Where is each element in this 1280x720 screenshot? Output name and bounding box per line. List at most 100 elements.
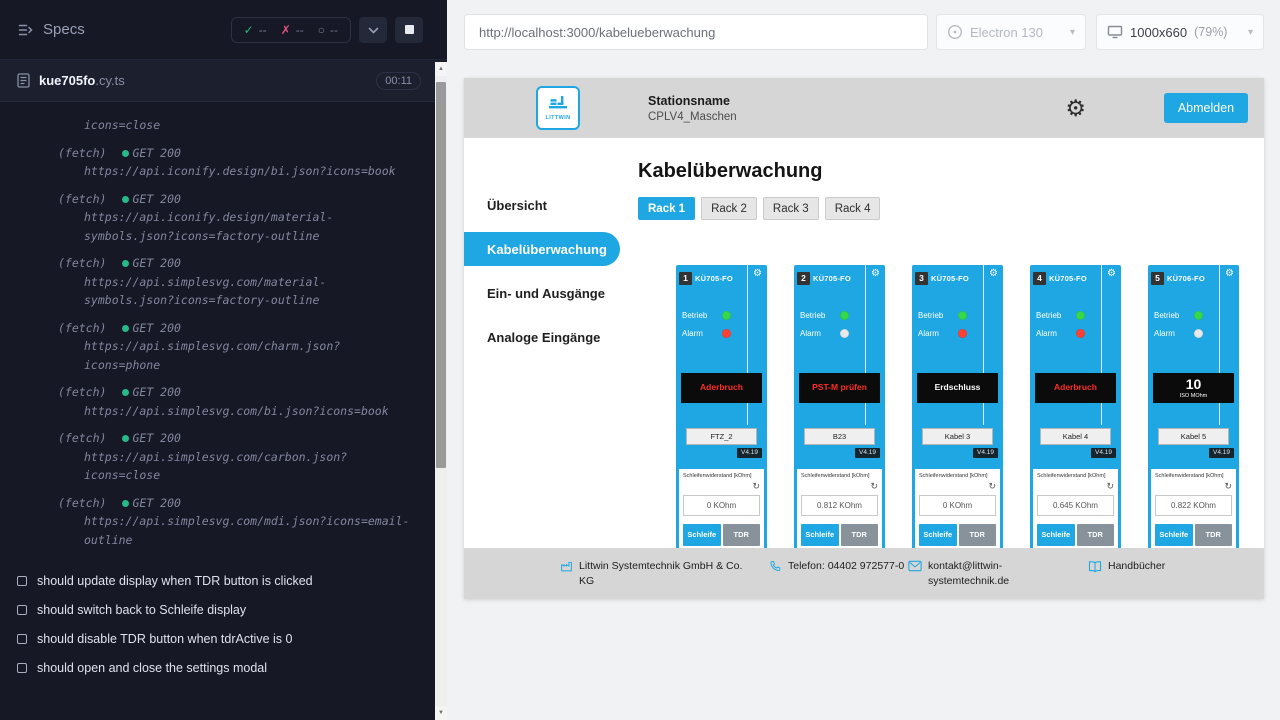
schleife-button[interactable]: Schleife	[919, 524, 957, 546]
status-dot	[122, 500, 129, 507]
card-number: 4	[1033, 272, 1046, 285]
status-dot	[122, 389, 129, 396]
toggle-details-button[interactable]	[359, 17, 387, 43]
spec-file-icon	[17, 73, 30, 88]
test-item[interactable]: should open and close the settings modal	[0, 661, 447, 675]
led-label: Alarm	[800, 329, 840, 338]
nav-item-ein-und-ausgaenge[interactable]: Ein- und Ausgänge	[464, 276, 620, 310]
device-card: ⚙4KÜ705-FOBetriebAlarmAderbruchKabel 4V4…	[1030, 265, 1121, 565]
test-item[interactable]: should disable TDR button when tdrActive…	[0, 632, 447, 646]
card-version: V4.19	[737, 448, 762, 458]
specs-label[interactable]: Specs	[43, 21, 85, 38]
scroll-up-arrow[interactable]: ▲	[435, 62, 447, 76]
specs-menu-icon[interactable]	[17, 22, 33, 38]
measurement-label: Schleifenwiderstand [kOhm]	[1155, 473, 1232, 480]
card-version: V4.19	[973, 448, 998, 458]
scrollbar-thumb[interactable]	[436, 82, 446, 468]
failed-count: --	[296, 23, 304, 37]
nav-item-uebersicht[interactable]: Übersicht	[464, 188, 620, 222]
tab-rack-1[interactable]: Rack 1	[638, 197, 695, 220]
spec-row[interactable]: kue705fo.cy.ts 00:11	[0, 60, 447, 102]
card-model: KÜ706-FO	[1167, 274, 1205, 283]
schleife-button[interactable]: Schleife	[801, 524, 839, 546]
display-message: PST-M prüfen	[810, 383, 869, 392]
nav-item-analoge-eingaenge[interactable]: Analoge Eingänge	[464, 320, 620, 354]
station-value: CPLV4_Maschen	[648, 111, 737, 123]
led-alarm	[958, 329, 967, 338]
refresh-icon[interactable]: ↻	[1224, 482, 1232, 492]
test-state-icon	[17, 576, 27, 586]
card-version: V4.19	[855, 448, 880, 458]
command-log-entry[interactable]: (fetch)GET 200https://api.iconify.design…	[0, 190, 447, 246]
scroll-down-arrow[interactable]: ▼	[435, 706, 447, 720]
stop-run-button[interactable]	[395, 17, 423, 43]
command-log-entry[interactable]: (fetch)GET 200https://api.simplesvg.com/…	[0, 254, 447, 310]
led-label: Betrieb	[682, 311, 722, 320]
test-item[interactable]: should update display when TDR button is…	[0, 574, 447, 588]
card-name-field[interactable]: Kabel 5	[1158, 428, 1229, 445]
footer-item-phone[interactable]: Telefon: 04402 972577-0	[769, 559, 906, 599]
footer-item-factory[interactable]: Littwin Systemtechnik GmbH & Co. KG	[560, 559, 749, 599]
display-message: Aderbruch	[698, 383, 745, 392]
card-name-field[interactable]: B23	[804, 428, 875, 445]
tdr-button[interactable]: TDR	[959, 524, 997, 546]
tab-rack-2[interactable]: Rack 2	[701, 197, 757, 220]
tdr-button[interactable]: TDR	[723, 524, 761, 546]
device-cards: ⚙1KÜ705-FOBetriebAlarmAderbruchFTZ_2V4.1…	[676, 265, 1264, 565]
schleife-button[interactable]: Schleife	[1037, 524, 1075, 546]
led-betrieb	[722, 311, 731, 320]
tdr-button[interactable]: TDR	[1195, 524, 1233, 546]
status-dot	[122, 435, 129, 442]
command-log-entry[interactable]: (fetch)GET 200https://api.simplesvg.com/…	[0, 319, 447, 375]
test-item[interactable]: should switch back to Schleife display	[0, 603, 447, 617]
schleife-button[interactable]: Schleife	[683, 524, 721, 546]
stat-pending: ○--	[318, 23, 338, 37]
test-list: should update display when TDR button is…	[0, 562, 447, 675]
refresh-icon[interactable]: ↻	[1106, 482, 1114, 492]
tab-rack-3[interactable]: Rack 3	[763, 197, 819, 220]
run-stats: ✓--✗--○--	[231, 17, 351, 43]
tdr-button[interactable]: TDR	[1077, 524, 1115, 546]
stop-icon	[405, 25, 414, 34]
logout-button[interactable]: Abmelden	[1164, 93, 1248, 123]
littwin-logo: LITTWIN	[536, 86, 580, 130]
command-log-entry[interactable]: icons=close	[0, 116, 447, 135]
card-name-field[interactable]: Kabel 4	[1040, 428, 1111, 445]
url-input[interactable]	[464, 14, 928, 50]
tab-rack-4[interactable]: Rack 4	[825, 197, 881, 220]
status-dot	[122, 196, 129, 203]
refresh-icon[interactable]: ↻	[870, 482, 878, 492]
command-log-entry[interactable]: (fetch)GET 200https://api.iconify.design…	[0, 144, 447, 181]
footer-item-book[interactable]: Handbücher	[1088, 559, 1165, 599]
schleife-button[interactable]: Schleife	[1155, 524, 1193, 546]
refresh-icon[interactable]: ↻	[752, 482, 760, 492]
tdr-button[interactable]: TDR	[841, 524, 879, 546]
card-display: Aderbruch	[681, 373, 762, 403]
nav-item-kabelueberwachung[interactable]: Kabelüberwachung	[464, 232, 620, 266]
display-unit: ISO MOhm	[1180, 393, 1208, 399]
viewport-select[interactable]: 1000x660 (79%) ▾	[1096, 14, 1264, 50]
device-card: ⚙5KÜ706-FOBetriebAlarm10ISO MOhmKabel 5V…	[1148, 265, 1239, 565]
card-version: V4.19	[1091, 448, 1116, 458]
browser-select[interactable]: Electron 130 ▾	[936, 14, 1086, 50]
status-dot	[122, 260, 129, 267]
card-number: 2	[797, 272, 810, 285]
pending-count: --	[330, 23, 338, 37]
refresh-icon[interactable]: ↻	[988, 482, 996, 492]
runner-scrollbar[interactable]: ▲ ▼	[435, 62, 447, 720]
settings-gear-icon[interactable]: ⚙	[1065, 97, 1086, 120]
page-title: Kabelüberwachung	[638, 160, 1264, 183]
status-dot	[122, 325, 129, 332]
command-log-entry[interactable]: (fetch)GET 200https://api.simplesvg.com/…	[0, 429, 447, 485]
footer-item-email[interactable]: kontakt@littwin-systemtechnik.de	[908, 559, 1020, 599]
card-name-field[interactable]: FTZ_2	[686, 428, 757, 445]
device-card: ⚙1KÜ705-FOBetriebAlarmAderbruchFTZ_2V4.1…	[676, 265, 767, 565]
device-card: ⚙2KÜ705-FOBetriebAlarmPST-M prüfenB23V4.…	[794, 265, 885, 565]
command-log-entry[interactable]: (fetch)GET 200https://api.simplesvg.com/…	[0, 383, 447, 420]
led-alarm	[722, 329, 731, 338]
app-header: LITTWIN Stationsname CPLV4_Maschen ⚙ Abm…	[464, 78, 1264, 138]
command-log-entry[interactable]: (fetch)GET 200https://api.simplesvg.com/…	[0, 494, 447, 550]
test-title: should update display when TDR button is…	[37, 574, 313, 588]
card-name-field[interactable]: Kabel 3	[922, 428, 993, 445]
led-alarm	[840, 329, 849, 338]
